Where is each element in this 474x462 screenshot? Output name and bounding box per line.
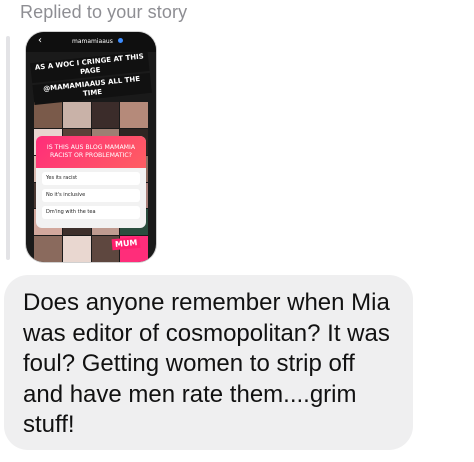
message-bubble[interactable]: Does anyone remember when Mia was editor… (4, 275, 413, 450)
poll-option: Yes its racist (42, 172, 140, 185)
replied-to-story-label: Replied to your story (20, 2, 188, 22)
story-top-bar: ‹ mamamiaaus (26, 32, 156, 52)
reply-indicator-bar (6, 36, 10, 260)
poll-option: No it's inclusive (42, 189, 140, 202)
back-icon: ‹ (38, 35, 42, 46)
story-handle: mamamiaaus (72, 38, 113, 45)
poll-question: IS THIS AUS BLOG MAMAMIA RACIST OR PROBL… (36, 136, 146, 168)
message-text: Does anyone remember when Mia was editor… (23, 289, 390, 438)
verified-icon (118, 38, 123, 43)
story-caption: AS A WOC I CRINGE AT THIS PAGE @MAMAMIAA… (30, 50, 152, 106)
story-thumbnail[interactable]: ‹ mamamiaaus AS A WOC I CRINGE AT THIS P… (26, 32, 156, 262)
poll-option: Dm'ing with the tea (42, 206, 140, 219)
story-poll: IS THIS AUS BLOG MAMAMIA RACIST OR PROBL… (36, 136, 146, 228)
dm-conversation: Replied to your story ‹ mamamiaaus AS A … (0, 0, 474, 462)
